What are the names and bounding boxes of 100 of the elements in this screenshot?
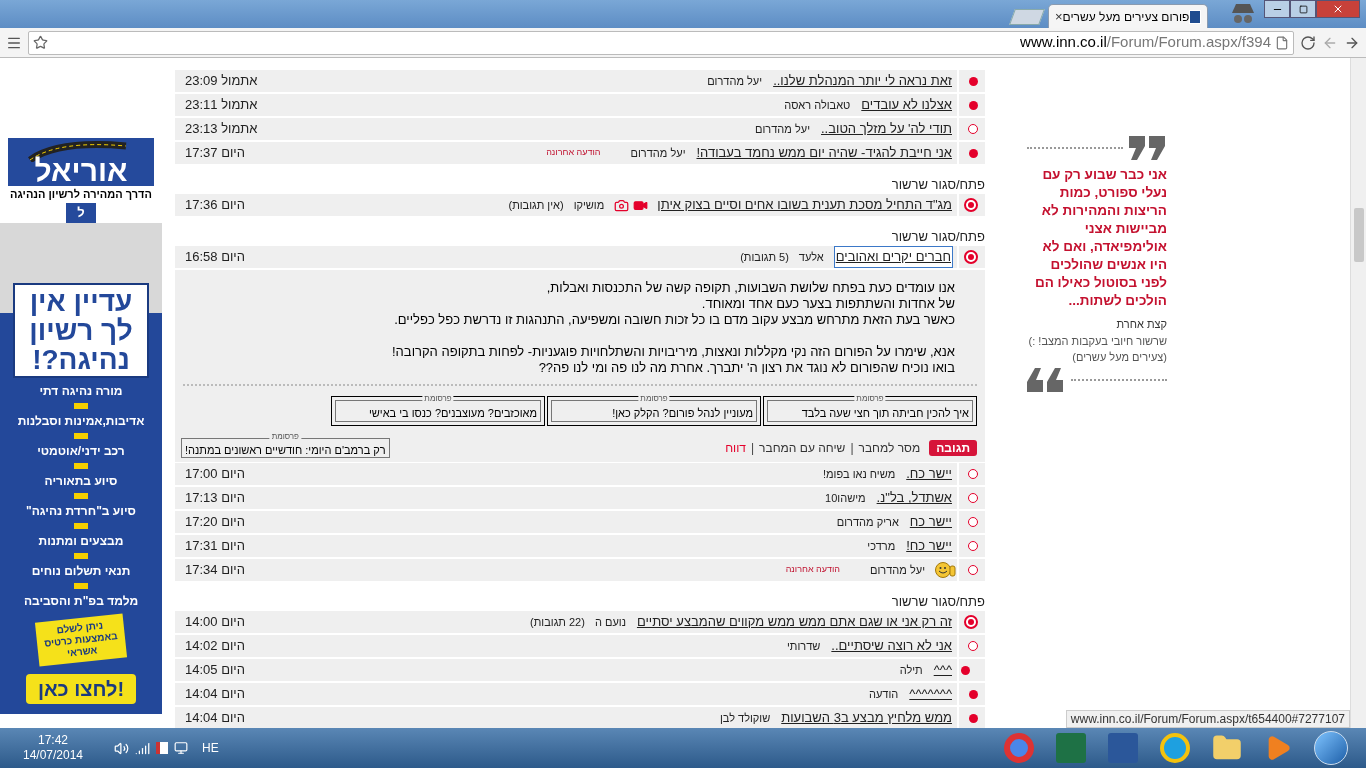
divider-mark (74, 492, 88, 499)
divider-mark (74, 582, 88, 589)
toggle-thread-link[interactable]: פתח/סגור שרשור (175, 176, 985, 194)
toggle-thread-link[interactable]: פתח/סגור שרשור (175, 593, 985, 611)
payment-note-sticker: ניתן לשלם באמצעות כרטיס אשראי (34, 613, 128, 666)
language-indicator[interactable]: HE (202, 739, 219, 757)
author-name: אריק מהדרום (836, 514, 899, 530)
thread-title-link[interactable]: זאת נראה לי יותר המנהלת שלנו.. (772, 71, 953, 91)
thread-title-link[interactable]: יישר כח (908, 512, 953, 532)
sponsored-link-frame[interactable]: פרסומת מאוכזבים? מעוצבנים? כנסו בי באישי (331, 396, 545, 426)
thread-title-link[interactable]: ממש מלחיץ מבצע ב3 השבועות (780, 708, 953, 728)
post-time: היום 14:04 (185, 685, 245, 704)
reply-button[interactable]: תגובה (929, 440, 977, 456)
post-text-line: של אחדות והשתתפות בצער כעם אחד ומאוחד. (700, 296, 955, 312)
thread-title-link[interactable]: אצלנו לא עובדים (860, 95, 953, 115)
sponsored-label: פרסומת (269, 432, 301, 442)
post-time: אתמול 23:09 (185, 72, 258, 91)
quote-forum-name: (צעירים מעל עשרים) (1071, 350, 1167, 365)
author-name: טאבולה ראסה (784, 97, 851, 113)
quote-thread-link[interactable]: שרשור חיובי בעקבות המצב! :) (1027, 332, 1167, 349)
sponsored-link-frame[interactable]: פרסומת מעוניין לנהל פורום? הקלק כאן! (547, 396, 761, 426)
author-name: מושיקו (573, 197, 605, 213)
scrollbar[interactable] (1350, 58, 1366, 728)
author-name: תילה (899, 662, 923, 678)
reply-count: (22 תגובות) (530, 614, 585, 630)
site-favicon-icon (1189, 9, 1201, 24)
new-tab-button[interactable] (1009, 9, 1045, 25)
post-time: היום 14:05 (185, 661, 245, 680)
post-time: היום 16:58 (185, 248, 245, 267)
bookmark-star-icon[interactable] (33, 35, 48, 50)
post-time: היום 17:13 (185, 489, 245, 508)
thread-title-link[interactable]: יישר כח. (905, 464, 953, 484)
quote-mark-icon (1127, 136, 1167, 160)
divider-mark (74, 522, 88, 529)
post-time: היום 17:36 (185, 196, 245, 215)
post-time: היום 17:00 (185, 465, 245, 484)
thread-title-link[interactable]: חברים יקרים ואהובים (833, 246, 953, 268)
author-name: יעל מהדרום (870, 562, 925, 578)
clock-time[interactable]: 17:42 (38, 733, 68, 748)
post-time: אתמול 23:13 (185, 120, 258, 139)
last-message-label: הודעה אחרונה (785, 563, 841, 577)
toggle-thread-link[interactable]: פתח/סגור שרשור (175, 228, 985, 246)
post-action-link[interactable]: מסר למחבר (858, 439, 921, 457)
learner-plate-icon: ל (66, 202, 96, 223)
post-time: היום 14:04 (185, 709, 245, 728)
author-name: מישהו10 (825, 490, 866, 506)
sponsored-link-frame[interactable]: פרסומת איך להכין חביתה תוך חצי שעה בלבד (763, 396, 977, 426)
ad-cta-button[interactable]: לחצו כאן! (25, 673, 137, 704)
author-name: הודעה (869, 686, 899, 702)
sponsored-text: מעוניין לנהל פורום? הקלק כאן! (612, 406, 753, 420)
driving-school-ad-banner[interactable] (0, 138, 162, 714)
ad-feature-text: אדיבות,אמינות וסבלנות (17, 413, 145, 428)
author-name: שדרותי (787, 638, 821, 654)
post-time: היום 17:37 (185, 144, 245, 163)
author-name: נועם ה (594, 614, 626, 630)
author-name: שוקולד לבן (719, 710, 771, 726)
sponsored-label: פרסומת (638, 394, 670, 404)
reload-icon[interactable] (1300, 34, 1316, 51)
thread-title-link[interactable]: תודי לה' על מזלך הטוב.. (820, 119, 953, 139)
url-text: www.inn.co.il/Forum/Forum.aspx/f394 (1020, 32, 1271, 53)
last-message-label: הודעה אחרונה (546, 146, 601, 160)
browser-tab[interactable]: × פורום צעירים מעל עשרים (1048, 4, 1208, 28)
post-time: אתמול 23:11 (185, 96, 258, 115)
ad-feature-text: תנאי תשלום נוחים (31, 563, 131, 578)
thread-title-link[interactable]: זה רק אני או שגם אתם ממש ממש מקווים שהמבצע יסתיים (635, 612, 953, 632)
ad-feature-text: מלמד בפ"ת והסביבה (23, 593, 139, 608)
thread-title-link[interactable]: אשתדל, בל"נ. (875, 488, 953, 508)
thread-title-link[interactable]: מג"ד התחיל מסכת תענית בשובו אחים וסיים בצוק איתן (656, 195, 953, 215)
web-browser-icon[interactable] (1160, 733, 1190, 763)
scrollbar-thumb[interactable] (1353, 208, 1364, 262)
ad-headline: עדיין אין לך רשיון נהיגה?! (13, 282, 149, 378)
ad-feature-text: מורה נהיגה דתי (39, 383, 123, 398)
device-icon[interactable] (174, 741, 188, 755)
volume-icon[interactable] (114, 740, 129, 756)
report-link[interactable]: דווח (725, 439, 746, 457)
tab-close-button[interactable]: × (1055, 6, 1063, 27)
reply-count: (אין תגובות) (508, 197, 564, 213)
post-time: היום 14:00 (185, 613, 245, 632)
author-name: מרדכי (867, 538, 896, 554)
network-signal-icon[interactable] (135, 740, 150, 756)
author-name: יעל מהדרום (755, 121, 810, 137)
divider-mark (74, 552, 88, 559)
address-bar[interactable]: www.inn.co.il/Forum/Forum.aspx/f394 (28, 30, 1294, 55)
author-name: יעל מהדרום (630, 145, 686, 161)
page-icon (1275, 35, 1289, 50)
close-icon (1332, 3, 1344, 15)
minimize-button[interactable] (1264, 0, 1290, 18)
thread-title-link[interactable]: אני לא רוצה שיסתיים.. (830, 636, 953, 656)
clock-date[interactable]: 14/07/2014 (22, 748, 84, 763)
separator-text: | (750, 440, 755, 457)
thread-title-link[interactable]: יישר כח! (905, 536, 953, 556)
post-action-link[interactable]: שיחה עם המחבר (759, 439, 846, 457)
thread-title-link[interactable]: אני חייבת להגיד- שהיה יום ממש נחמד בעבודה! (695, 143, 953, 163)
flag-icon[interactable] (156, 742, 168, 754)
post-time: היום 17:20 (185, 513, 245, 532)
thread-title-link[interactable]: ^^^^^^^ (908, 684, 953, 704)
start-button[interactable] (1314, 731, 1348, 765)
reply-count: (5 תגובות) (740, 249, 789, 265)
thread-title-link[interactable]: ^^^ (932, 660, 953, 680)
maximize-button[interactable] (1290, 0, 1316, 18)
